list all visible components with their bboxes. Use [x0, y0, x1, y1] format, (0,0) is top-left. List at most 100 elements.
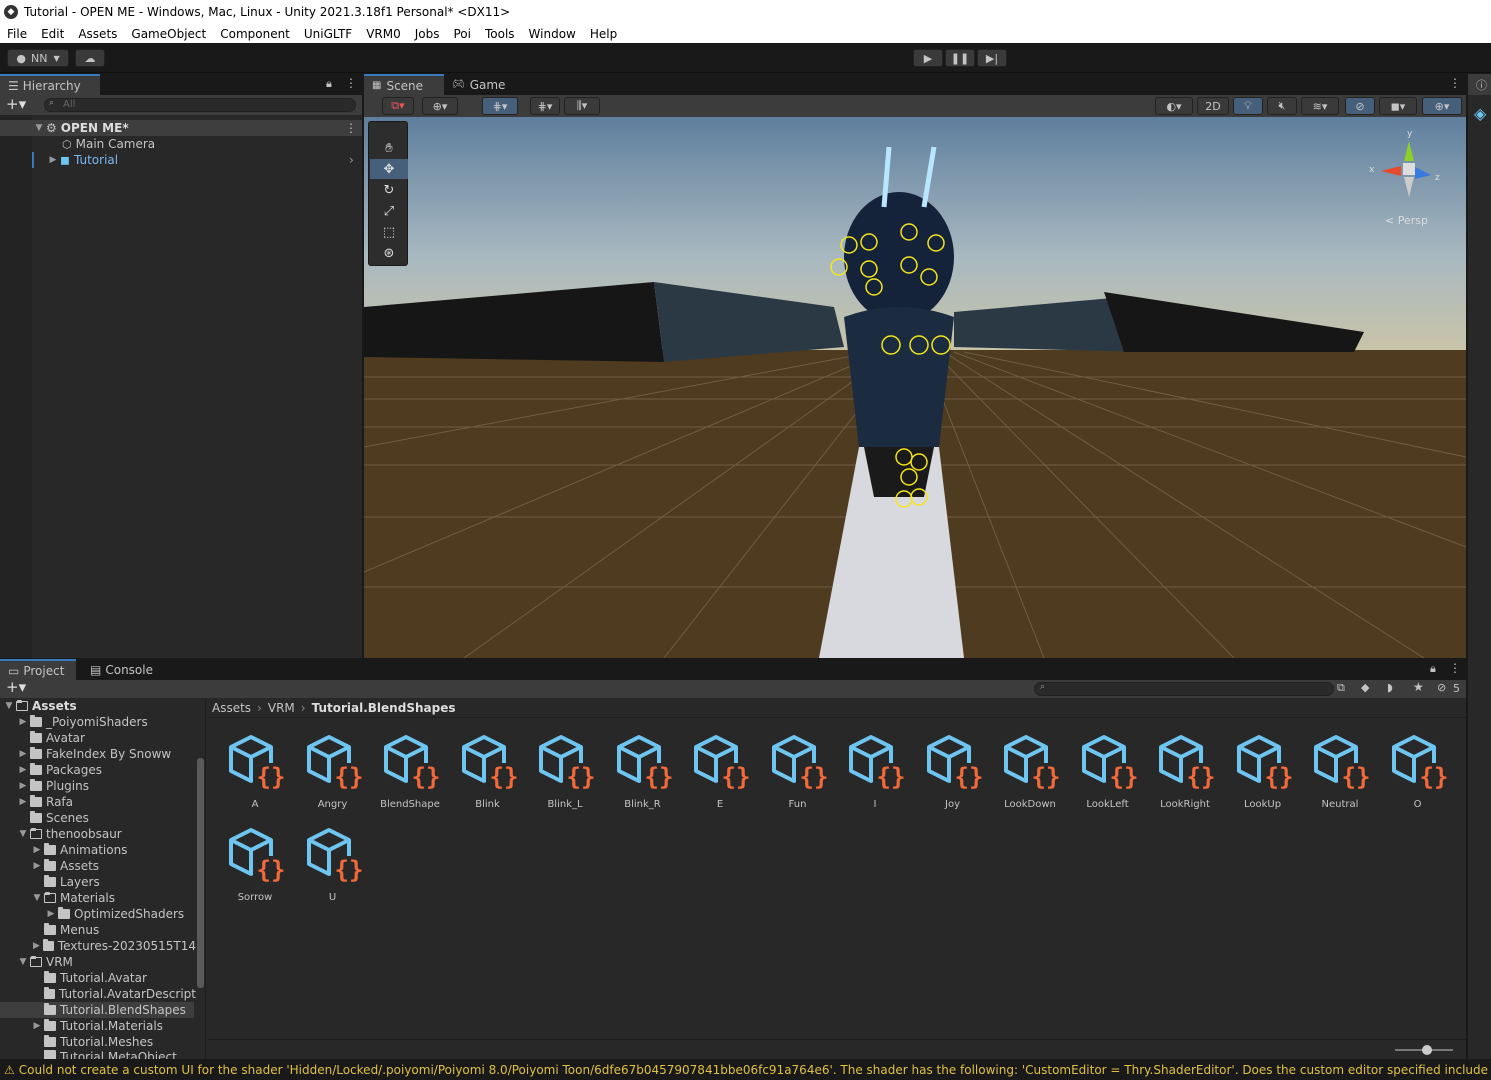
persp-label[interactable]: < Persp [1385, 214, 1428, 227]
asset-tile[interactable]: {} O [1380, 733, 1456, 823]
filter-by-label-icon[interactable]: ◗ [1387, 681, 1393, 694]
increment-snap-toggle[interactable]: ⋕▾ [530, 97, 560, 115]
menu-gameobject[interactable]: GameObject [124, 27, 213, 41]
scene-visibility-toggle[interactable]: ⊘ [1345, 97, 1375, 115]
chevron-right-icon[interactable]: › [349, 153, 354, 167]
asset-tile[interactable]: {} LookLeft [1070, 733, 1146, 823]
expand-arrow-icon[interactable]: ▶ [18, 781, 28, 791]
tree-item-tutorial-avatar[interactable]: Tutorial.Avatar [44, 970, 147, 986]
tree-scrollbar[interactable] [197, 758, 204, 988]
tree-item-textures[interactable]: ▶ Textures-20230515T14 [32, 938, 196, 954]
status-bar[interactable]: ⚠ Could not create a custom UI for the s… [0, 1059, 1491, 1080]
tree-item-assets[interactable]: ▼ Assets [4, 698, 77, 714]
expand-arrow-icon[interactable]: ▶ [32, 861, 42, 871]
lock-icon[interactable]: 🔒︎ [1430, 662, 1436, 676]
expand-arrow-icon[interactable]: ▶ [18, 717, 28, 727]
expand-arrow-icon[interactable]: ▶ [46, 909, 56, 919]
hand-tool[interactable]: ✋︎ [370, 138, 408, 158]
menu-file[interactable]: File [0, 27, 34, 41]
asset-tile[interactable]: {} Blink_L [527, 733, 603, 823]
menu-window[interactable]: Window [522, 27, 583, 41]
inspector-tab[interactable]: ⓘ [1468, 74, 1491, 95]
tree-item-menus[interactable]: Menus [44, 922, 99, 938]
asset-tile[interactable]: {} Angry [295, 733, 371, 823]
scene-row[interactable]: ▼ ⚙ OPEN ME* ⋮ [0, 120, 362, 136]
tree-item-layers[interactable]: Layers [44, 874, 100, 890]
tree-item-animations[interactable]: ▶ Animations [32, 842, 127, 858]
account-dropdown[interactable]: ● NN ▼ [7, 49, 69, 67]
menu-poi[interactable]: Poi [446, 27, 477, 41]
breadcrumb-current[interactable]: Tutorial.BlendShapes [312, 701, 456, 715]
hierarchy-item-main-camera[interactable]: ⬡ Main Camera [0, 136, 362, 152]
draw-mode-dropdown[interactable]: ⧉▾ [382, 97, 414, 115]
menu-jobs[interactable]: Jobs [408, 27, 447, 41]
more-menu-icon[interactable]: ⋮ [1449, 661, 1461, 675]
menu-component[interactable]: Component [213, 27, 297, 41]
expand-arrow-icon[interactable]: ▶ [48, 155, 58, 165]
play-button[interactable]: ▶ [913, 49, 943, 67]
add-icon[interactable]: +▾ [6, 678, 26, 696]
lighting-toggle[interactable]: 💡︎ [1233, 97, 1263, 115]
tree-item-fakeindex[interactable]: ▶ FakeIndex By Snoww [18, 746, 171, 762]
asset-tile[interactable]: {} U [295, 826, 371, 916]
scene-viewport[interactable] [364, 117, 1466, 658]
hierarchy-search-input[interactable]: ⌕ All [44, 98, 356, 112]
asset-tile[interactable]: {} Blink [450, 733, 526, 823]
tree-item-optimizedshaders[interactable]: ▶ OptimizedShaders [46, 906, 184, 922]
lock-icon[interactable]: 🔒︎ [326, 77, 332, 91]
transform-tool[interactable]: ⊛ [370, 243, 408, 263]
expand-arrow-icon[interactable]: ▼ [18, 829, 28, 839]
more-menu-icon[interactable]: ⋮ [1449, 76, 1461, 90]
cloud-button[interactable]: ☁ [75, 49, 105, 67]
camera-dropdown[interactable]: ◼▾ [1379, 97, 1417, 115]
icon-size-slider-thumb[interactable] [1422, 1045, 1432, 1055]
search-filter-icon[interactable]: ⧉ [1337, 681, 1345, 695]
breadcrumb-vrm[interactable]: VRM [268, 701, 295, 715]
expand-arrow-icon[interactable]: ▶ [32, 845, 42, 855]
grid-snapping-toggle[interactable]: ⋕▾ [482, 97, 518, 115]
expand-arrow-icon[interactable]: ▶ [18, 765, 28, 775]
expand-arrow-icon[interactable]: ▶ [32, 1021, 42, 1031]
favorite-star-icon[interactable]: ★ [1413, 680, 1424, 694]
expand-arrow-icon[interactable]: ▶ [18, 749, 28, 759]
expand-arrow-icon[interactable]: ▶ [18, 797, 28, 807]
tab-project[interactable]: ▭ Project [0, 659, 76, 680]
orientation-gizmo[interactable]: y x z < Persp [1369, 129, 1449, 229]
tab-hierarchy[interactable]: ☰ Hierarchy [0, 74, 100, 95]
tab-scene[interactable]: ▦ Scene [364, 74, 444, 95]
tree-item-thenoobsaur[interactable]: ▼ thenoobsaur [18, 826, 122, 842]
menu-assets[interactable]: Assets [71, 27, 124, 41]
tab-game[interactable]: 🎮︎ Game [444, 74, 514, 95]
asset-tile[interactable]: {} LookRight [1147, 733, 1223, 823]
project-search-input[interactable]: ⌕ [1034, 682, 1334, 696]
tree-item-tutorial-meshes[interactable]: Tutorial.Meshes [44, 1034, 153, 1050]
tree-item-poiyomishaders[interactable]: ▶ _PoiyomiShaders [18, 714, 148, 730]
tab-console[interactable]: ▤ Console [82, 659, 162, 680]
tree-item-plugins[interactable]: ▶ Plugins [18, 778, 89, 794]
menu-tools[interactable]: Tools [478, 27, 522, 41]
tree-item-avatar[interactable]: Avatar [30, 730, 85, 746]
move-tool[interactable]: ✥ [370, 159, 408, 179]
2d-toggle[interactable]: 2D [1197, 97, 1229, 115]
tree-item-tutorial-avatardescript[interactable]: Tutorial.AvatarDescript [44, 986, 196, 1002]
menu-edit[interactable]: Edit [34, 27, 71, 41]
asset-tile[interactable]: {} Sorrow [217, 826, 293, 916]
asset-tile[interactable]: {} Blink_R [605, 733, 681, 823]
global-toggle[interactable]: ⊕▾ [422, 97, 458, 115]
hierarchy-item-tutorial[interactable]: ▶ ◼ Tutorial › [0, 152, 362, 168]
rect-tool[interactable]: ⬚ [370, 222, 408, 242]
audio-toggle[interactable]: 🔇︎ [1267, 97, 1297, 115]
tree-item-tutorial-metaobject[interactable]: Tutorial.MetaObject [44, 1050, 177, 1059]
tree-item-vrm[interactable]: ▼ VRM [18, 954, 73, 970]
gizmos-dropdown[interactable]: ⊕▾ [1422, 97, 1462, 115]
menu-unigltf[interactable]: UniGLTF [297, 27, 359, 41]
expand-arrow-icon[interactable]: ▼ [32, 893, 42, 903]
asset-tile[interactable]: {} LookUp [1225, 733, 1301, 823]
tree-item-rafa[interactable]: ▶ Rafa [18, 794, 73, 810]
tree-item-tutorial-blendshapes[interactable]: Tutorial.BlendShapes [0, 1002, 194, 1018]
shading-dropdown[interactable]: ◐▾ [1155, 97, 1193, 115]
expand-arrow-icon[interactable]: ▼ [34, 123, 44, 133]
menu-help[interactable]: Help [583, 27, 624, 41]
tree-item-scenes[interactable]: Scenes [30, 810, 89, 826]
asset-tile[interactable]: {} BlendShape [372, 733, 448, 823]
